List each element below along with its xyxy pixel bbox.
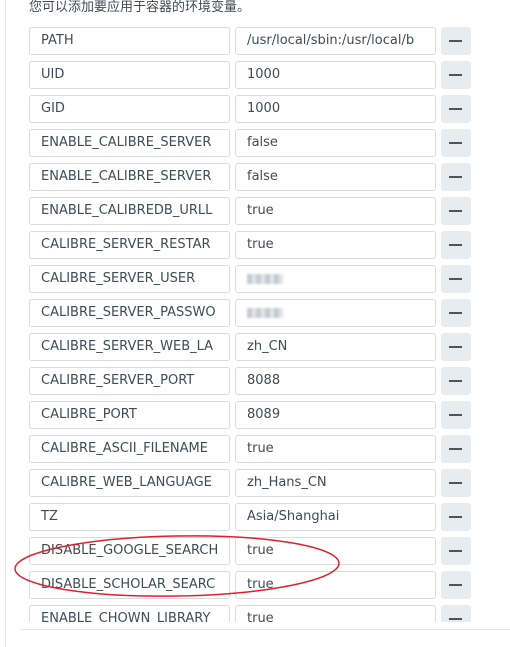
env-value-input[interactable]: zh_CN (235, 333, 436, 361)
env-value-input[interactable]: 8088 (235, 367, 436, 395)
env-value-input[interactable]: true (235, 435, 436, 463)
env-key-input[interactable]: GID (29, 95, 230, 123)
divider (20, 629, 510, 630)
env-row: GID 1000 (29, 95, 510, 123)
env-value-input[interactable]: true (235, 605, 436, 622)
env-row: ENABLE_CALIBRE_SERVER false (29, 163, 510, 191)
env-row: CALIBRE_SERVER_USER (29, 265, 510, 293)
remove-variable-button[interactable] (441, 571, 471, 599)
env-key-input[interactable]: ENABLE_CALIBRE_SERVER (29, 129, 230, 157)
env-value-input[interactable]: /usr/local/sbin:/usr/local/b (235, 27, 436, 55)
env-key-input[interactable]: DISABLE_SCHOLAR_SEARC (29, 571, 230, 599)
env-value-input[interactable] (235, 299, 436, 327)
remove-variable-button[interactable] (441, 401, 471, 429)
env-key-input[interactable]: PATH (29, 27, 230, 55)
remove-variable-button[interactable] (441, 469, 471, 497)
env-row: DISABLE_SCHOLAR_SEARC true (29, 571, 510, 599)
remove-variable-button[interactable] (441, 163, 471, 191)
env-row: CALIBRE_ASCII_FILENAME true (29, 435, 510, 463)
remove-variable-button[interactable] (441, 333, 471, 361)
env-key-input[interactable]: TZ (29, 503, 230, 531)
env-row: CALIBRE_WEB_LANGUAGE zh_Hans_CN (29, 469, 510, 497)
env-row: ENABLE_CHOWN_LIBRARY true (29, 605, 510, 622)
remove-variable-button[interactable] (441, 95, 471, 123)
env-value-input[interactable]: true (235, 571, 436, 599)
env-row: DISABLE_GOOGLE_SEARCH true (29, 537, 510, 565)
env-row: CALIBRE_SERVER_RESTAR true (29, 231, 510, 259)
remove-variable-button[interactable] (441, 435, 471, 463)
panel-border (5, 0, 6, 647)
env-key-input[interactable]: ENABLE_CALIBREDB_URLL (29, 197, 230, 225)
remove-variable-button[interactable] (441, 605, 471, 622)
remove-variable-button[interactable] (441, 61, 471, 89)
remove-variable-button[interactable] (441, 231, 471, 259)
env-key-input[interactable]: CALIBRE_WEB_LANGUAGE (29, 469, 230, 497)
env-row: CALIBRE_SERVER_WEB_LA zh_CN (29, 333, 510, 361)
env-row: ENABLE_CALIBREDB_URLL true (29, 197, 510, 225)
env-value-input[interactable]: true (235, 197, 436, 225)
remove-variable-button[interactable] (441, 197, 471, 225)
env-value-input[interactable]: false (235, 129, 436, 157)
env-key-input[interactable]: CALIBRE_SERVER_RESTAR (29, 231, 230, 259)
env-row: CALIBRE_SERVER_PORT 8088 (29, 367, 510, 395)
section-description: 您可以添加要应用于容器的环境变量。 (29, 0, 251, 15)
env-row: UID 1000 (29, 61, 510, 89)
env-value-input[interactable]: true (235, 231, 436, 259)
remove-variable-button[interactable] (441, 299, 471, 327)
env-key-input[interactable]: CALIBRE_ASCII_FILENAME (29, 435, 230, 463)
env-key-input[interactable]: UID (29, 61, 230, 89)
redacted-value (247, 307, 283, 318)
env-variable-list: PATH/usr/local/sbin:/usr/local/b UID 1000 G… (29, 27, 510, 622)
env-row: PATH/usr/local/sbin:/usr/local/b (29, 27, 510, 55)
remove-variable-button[interactable] (441, 27, 471, 55)
env-value-input[interactable]: 1000 (235, 61, 436, 89)
env-key-input[interactable]: CALIBRE_SERVER_PASSWO (29, 299, 230, 327)
remove-variable-button[interactable] (441, 503, 471, 531)
env-row: TZ Asia/Shanghai (29, 503, 510, 531)
env-value-input[interactable]: zh_Hans_CN (235, 469, 436, 497)
env-row: CALIBRE_SERVER_PASSWO (29, 299, 510, 327)
env-key-input[interactable]: CALIBRE_SERVER_PORT (29, 367, 230, 395)
env-key-input[interactable]: CALIBRE_SERVER_WEB_LA (29, 333, 230, 361)
env-value-input[interactable]: Asia/Shanghai (235, 503, 436, 531)
env-value-input[interactable]: 8089 (235, 401, 436, 429)
env-key-input[interactable]: DISABLE_GOOGLE_SEARCH (29, 537, 230, 565)
redacted-value (247, 273, 283, 284)
env-key-input[interactable]: CALIBRE_PORT (29, 401, 230, 429)
env-value-input[interactable] (235, 265, 436, 293)
remove-variable-button[interactable] (441, 129, 471, 157)
env-value-input[interactable]: false (235, 163, 436, 191)
env-value-input[interactable]: 1000 (235, 95, 436, 123)
env-row: ENABLE_CALIBRE_SERVER false (29, 129, 510, 157)
env-key-input[interactable]: ENABLE_CALIBRE_SERVER (29, 163, 230, 191)
env-key-input[interactable]: CALIBRE_SERVER_USER (29, 265, 230, 293)
env-value-input[interactable]: true (235, 537, 436, 565)
env-row: CALIBRE_PORT 8089 (29, 401, 510, 429)
remove-variable-button[interactable] (441, 367, 471, 395)
remove-variable-button[interactable] (441, 265, 471, 293)
env-key-input[interactable]: ENABLE_CHOWN_LIBRARY (29, 605, 230, 622)
remove-variable-button[interactable] (441, 537, 471, 565)
